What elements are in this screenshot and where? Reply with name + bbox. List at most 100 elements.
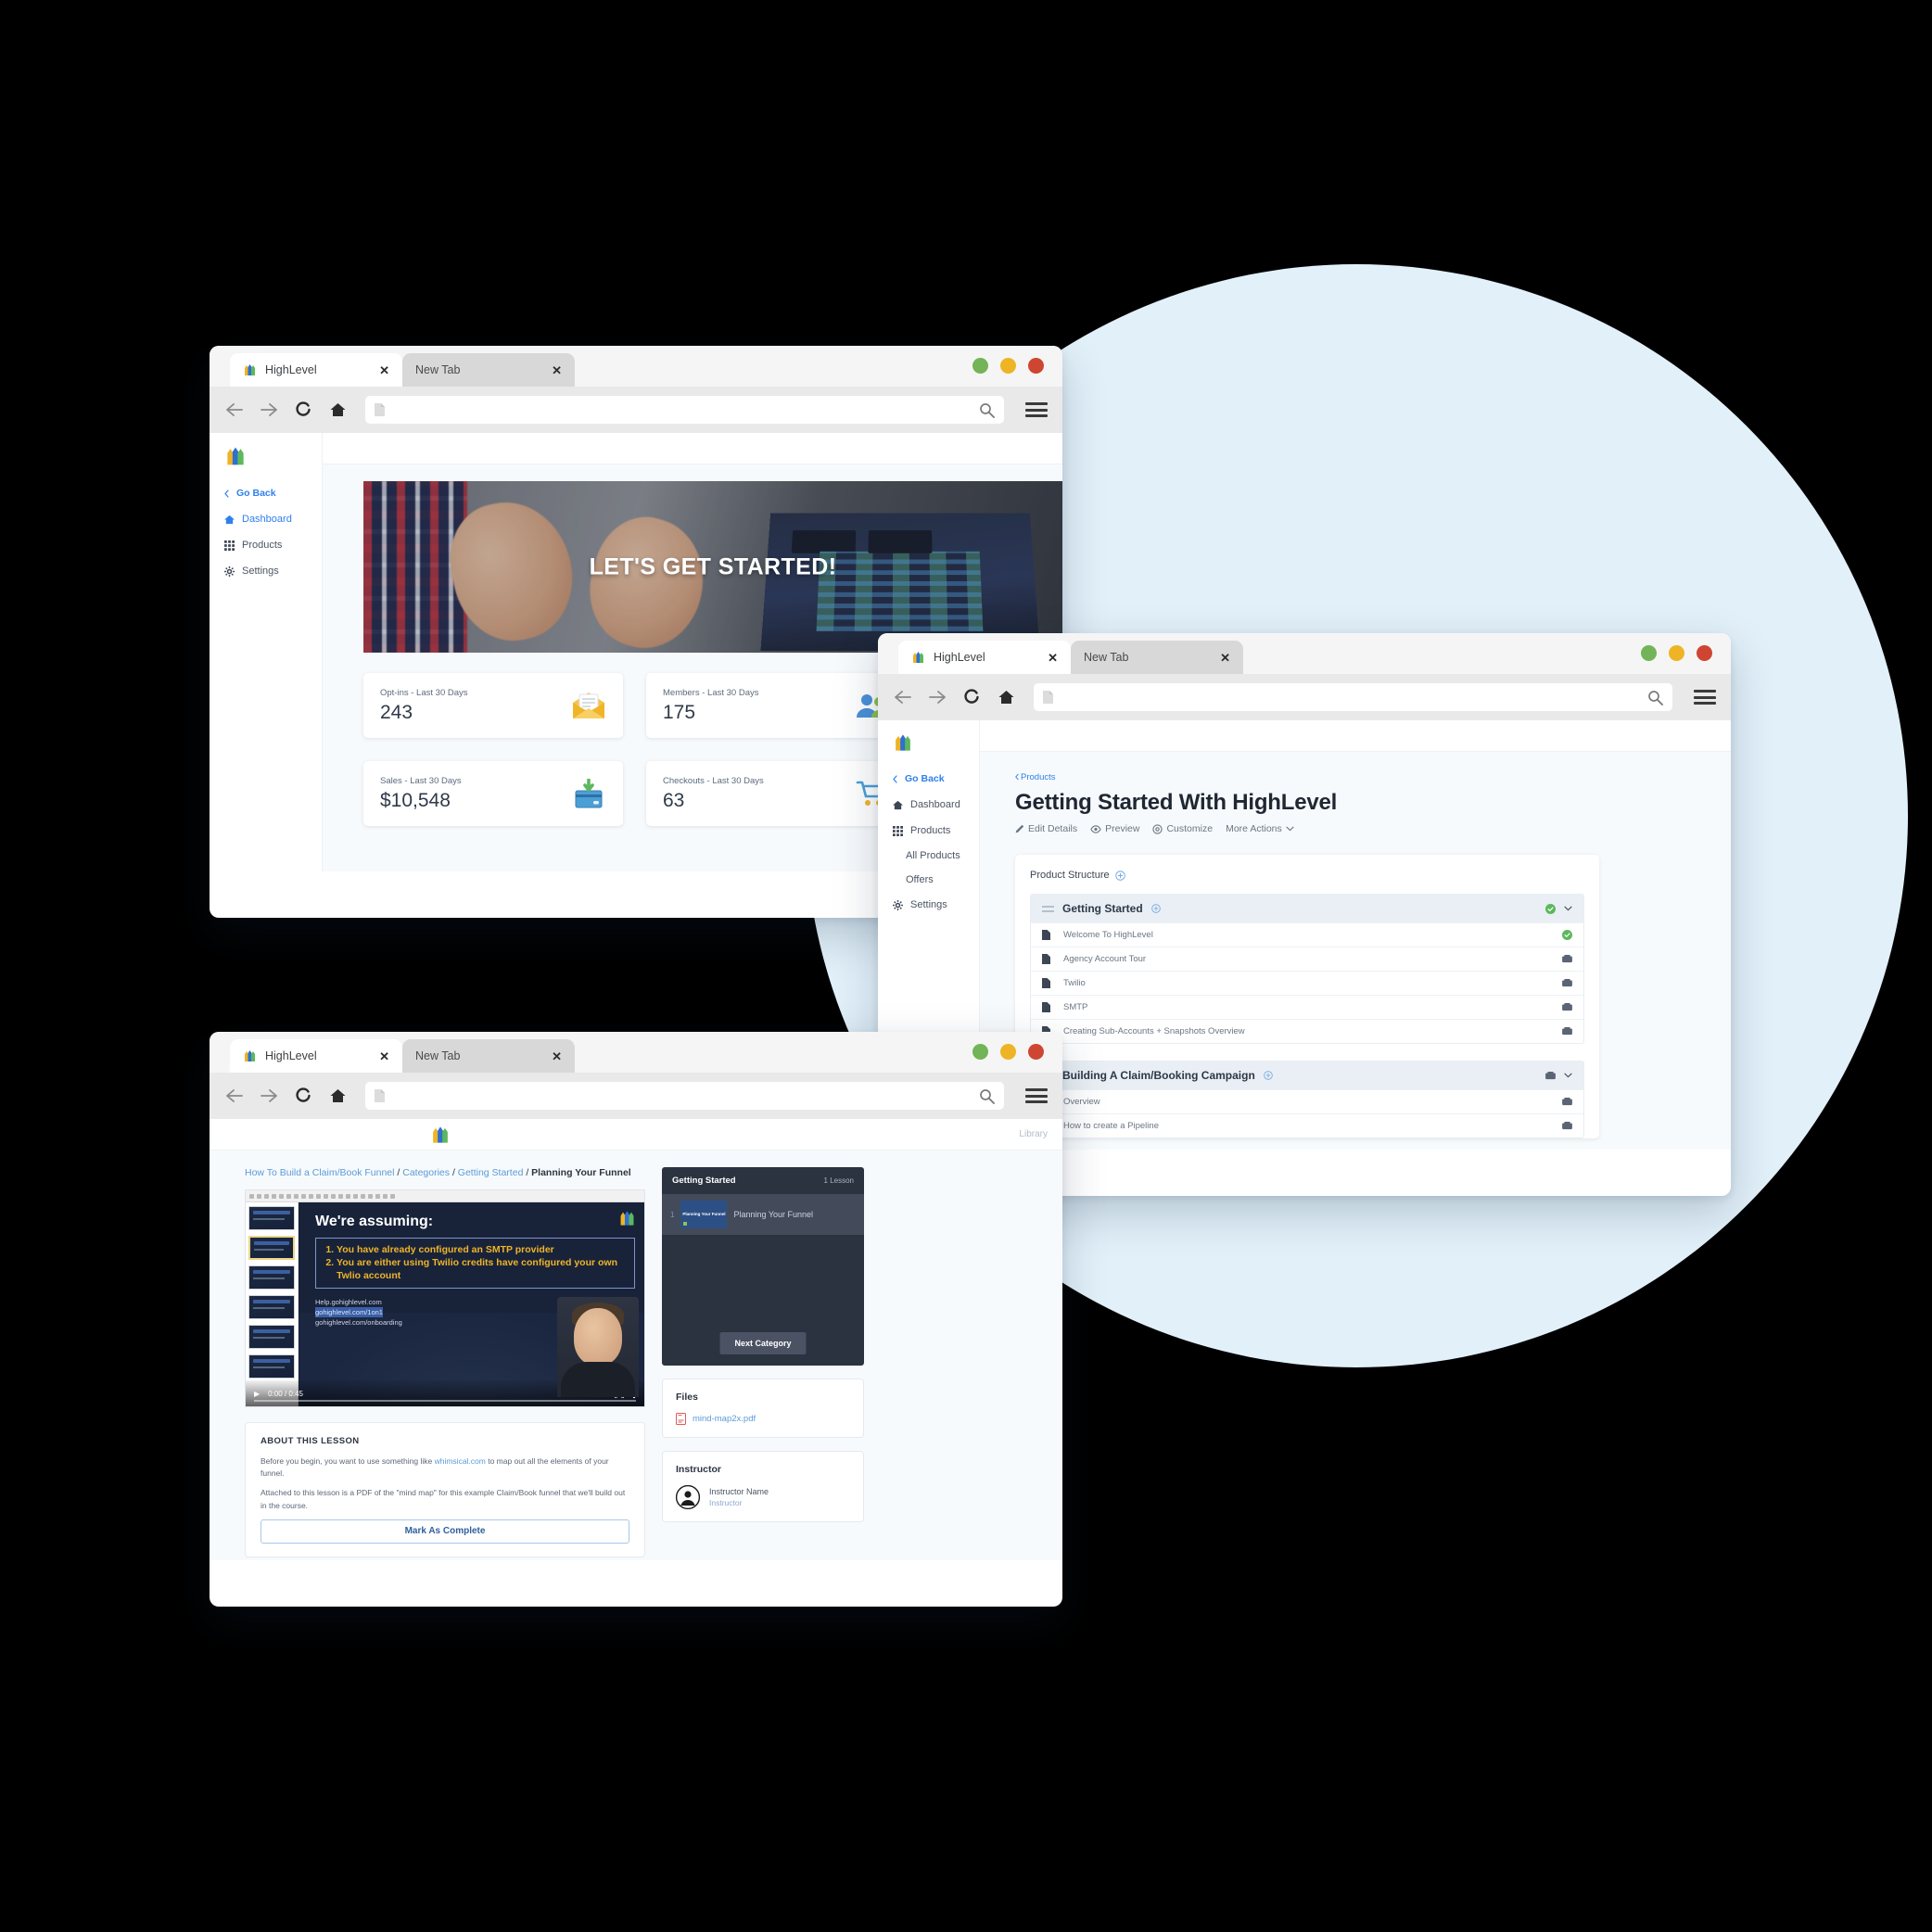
grid-icon — [224, 540, 235, 551]
add-circle-icon[interactable] — [1264, 1071, 1273, 1080]
screenshot-stage: HighLevel ✕ New Tab ✕ Go Back Dashboard … — [0, 0, 1932, 1932]
stat-card-members[interactable]: Members - Last 30 Days 175 — [646, 673, 906, 738]
sidebar-item-settings[interactable]: Settings — [878, 892, 979, 918]
add-circle-icon[interactable] — [1150, 904, 1161, 913]
progress-bar[interactable] — [254, 1400, 636, 1402]
window-close-button[interactable] — [1028, 1044, 1044, 1060]
slide-thumbnail[interactable] — [248, 1295, 295, 1319]
back-arrow-icon[interactable] — [224, 400, 245, 420]
group-header-claim-booking[interactable]: Building A Claim/Booking Campaign — [1031, 1061, 1583, 1089]
home-icon[interactable] — [996, 687, 1016, 707]
lesson-row[interactable]: Welcome To HighLevel — [1031, 922, 1583, 947]
sidebar-item-all-products[interactable]: All Products — [878, 844, 979, 868]
tab-new[interactable]: New Tab ✕ — [1071, 641, 1243, 674]
tab-new[interactable]: New Tab ✕ — [402, 1039, 575, 1073]
whimsical-link[interactable]: whimsical.com — [435, 1456, 486, 1466]
home-icon[interactable] — [327, 400, 348, 420]
sidebar-item-products[interactable]: Products — [210, 532, 322, 558]
slide-thumbnail[interactable] — [248, 1206, 295, 1230]
address-bar[interactable] — [1034, 683, 1672, 711]
action-customize[interactable]: Customize — [1152, 823, 1213, 834]
window-close-button[interactable] — [1028, 358, 1044, 374]
lesson-row[interactable]: Overview — [1031, 1089, 1583, 1113]
sidebar-item-offers[interactable]: Offers — [878, 868, 979, 892]
slide-thumbnail[interactable] — [248, 1236, 295, 1260]
action-more-actions[interactable]: More Actions — [1226, 823, 1294, 834]
breadcrumb-link-categories[interactable]: Categories — [402, 1167, 450, 1178]
group-header-getting-started[interactable]: Getting Started — [1031, 895, 1583, 922]
chevron-down-icon[interactable] — [1564, 906, 1572, 911]
forward-arrow-icon[interactable] — [259, 1086, 279, 1106]
stat-card-checkouts[interactable]: Checkouts - Last 30 Days 63 — [646, 761, 906, 826]
browser-menu-button[interactable] — [1025, 1088, 1048, 1103]
video-icon — [1562, 1027, 1572, 1036]
reload-icon[interactable] — [293, 1086, 313, 1106]
home-icon[interactable] — [327, 1086, 348, 1106]
breadcrumb-link-getting-started[interactable]: Getting Started — [458, 1167, 524, 1178]
mark-as-complete-button[interactable]: Mark As Complete — [261, 1519, 629, 1544]
tab-highlevel[interactable]: HighLevel ✕ — [230, 353, 402, 387]
play-button[interactable]: ▶ — [254, 1390, 260, 1398]
sidebar-go-back[interactable]: Go Back — [210, 480, 322, 506]
sidebar-go-back[interactable]: Go Back — [878, 766, 979, 792]
drag-handle-icon[interactable] — [1042, 905, 1054, 912]
action-preview[interactable]: Preview — [1090, 823, 1139, 834]
stat-card-optins[interactable]: Opt-ins - Last 30 Days 243 — [363, 673, 623, 738]
window-minimize-button[interactable] — [972, 1044, 988, 1060]
window-minimize-button[interactable] — [972, 358, 988, 374]
sidebar-item-dashboard[interactable]: Dashboard — [878, 792, 979, 818]
about-p1-before: Before you begin, you want to use someth… — [261, 1456, 435, 1466]
back-arrow-icon[interactable] — [893, 687, 913, 707]
breadcrumb-link-funnel[interactable]: How To Build a Claim/Book Funnel — [245, 1167, 394, 1178]
address-bar[interactable] — [365, 1082, 1004, 1110]
sidebar-item-dashboard[interactable]: Dashboard — [210, 506, 322, 532]
search-icon[interactable] — [979, 402, 995, 418]
slide-thumbnail[interactable] — [248, 1265, 295, 1290]
sidebar-item-products[interactable]: Products — [878, 818, 979, 844]
reload-icon[interactable] — [293, 400, 313, 420]
window-close-button[interactable] — [1697, 645, 1712, 661]
tab-close-icon[interactable]: ✕ — [552, 364, 562, 376]
file-item[interactable]: mind-map2x.pdf — [676, 1413, 850, 1425]
lesson-list-item[interactable]: 1 Planning Your Funnel Planning Your Fun… — [662, 1194, 864, 1235]
tab-close-icon[interactable]: ✕ — [1220, 652, 1230, 664]
breadcrumb-products[interactable]: Products — [1015, 772, 1731, 782]
tab-close-icon[interactable]: ✕ — [552, 1050, 562, 1062]
stat-card-sales[interactable]: Sales - Last 30 Days $10,548 — [363, 761, 623, 826]
tab-new[interactable]: New Tab ✕ — [402, 353, 575, 387]
reload-icon[interactable] — [961, 687, 982, 707]
tab-close-icon[interactable]: ✕ — [379, 364, 389, 376]
window-maximize-button[interactable] — [1000, 1044, 1016, 1060]
slide-thumbnail[interactable] — [248, 1325, 295, 1349]
library-link[interactable]: Library — [1019, 1129, 1048, 1139]
forward-arrow-icon[interactable] — [927, 687, 947, 707]
browser-toolbar — [878, 674, 1731, 720]
chevron-down-icon[interactable] — [1564, 1073, 1572, 1078]
lesson-row[interactable]: Creating Sub-Accounts + Snapshots Overvi… — [1031, 1019, 1583, 1043]
add-circle-icon[interactable] — [1114, 870, 1125, 881]
lesson-row[interactable]: How to create a Pipeline — [1031, 1113, 1583, 1138]
search-icon[interactable] — [979, 1088, 995, 1104]
back-arrow-icon[interactable] — [224, 1086, 245, 1106]
tab-close-icon[interactable]: ✕ — [379, 1050, 389, 1062]
browser-menu-button[interactable] — [1694, 690, 1716, 705]
forward-arrow-icon[interactable] — [259, 400, 279, 420]
tab-highlevel[interactable]: HighLevel ✕ — [230, 1039, 402, 1073]
lesson-row[interactable]: SMTP — [1031, 995, 1583, 1019]
window-maximize-button[interactable] — [1669, 645, 1684, 661]
lesson-row[interactable]: Twilio — [1031, 971, 1583, 995]
action-edit-details[interactable]: Edit Details — [1015, 823, 1077, 834]
instructor-heading: Instructor — [676, 1464, 722, 1475]
sidebar-item-settings[interactable]: Settings — [210, 558, 322, 584]
tab-highlevel[interactable]: HighLevel ✕ — [898, 641, 1071, 674]
lesson-row[interactable]: Agency Account Tour — [1031, 947, 1583, 971]
address-bar[interactable] — [365, 396, 1004, 424]
next-category-button[interactable]: Next Category — [719, 1332, 807, 1354]
tab-close-icon[interactable]: ✕ — [1048, 652, 1058, 664]
browser-menu-button[interactable] — [1025, 402, 1048, 417]
slide-thumbnail[interactable] — [248, 1354, 295, 1379]
window-maximize-button[interactable] — [1000, 358, 1016, 374]
video-player[interactable]: We're assuming: You have already configu… — [245, 1189, 645, 1407]
search-icon[interactable] — [1647, 690, 1663, 705]
window-minimize-button[interactable] — [1641, 645, 1657, 661]
